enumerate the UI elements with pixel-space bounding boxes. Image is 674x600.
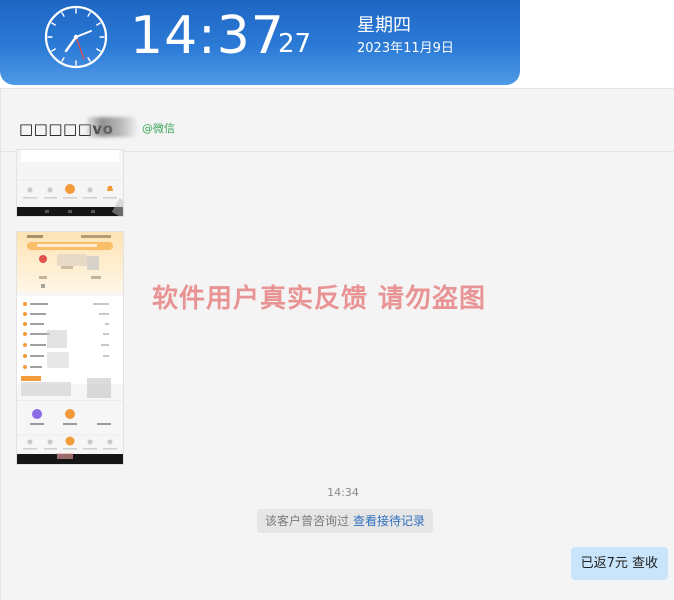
phone-screenshot-thumbnail — [17, 232, 123, 464]
analog-clock-icon — [44, 5, 108, 69]
chat-header: □□□□□vo @微信 — [1, 89, 674, 152]
message-timestamp: 14:34 — [327, 486, 359, 499]
phone-screenshot-thumbnail — [17, 150, 123, 216]
digital-time: 14:37 — [130, 6, 285, 66]
contact-source-badge: @微信 — [142, 122, 175, 135]
chat-image-phone-screenshot[interactable] — [17, 232, 123, 464]
screen: 14:37 27 星期四 2023年11月9日 □□□□□vo @微信 软件用户… — [0, 0, 674, 600]
system-notice-text: 该客户曾咨询过 — [265, 514, 350, 528]
system-notice: 该客户曾咨询过 查看接待记录 — [257, 509, 434, 533]
clock-widget: 14:37 27 星期四 2023年11月9日 — [0, 0, 520, 85]
redacted-name-blur — [87, 117, 137, 137]
date-label: 2023年11月9日 — [357, 41, 454, 56]
chat-image-phone-screenshot[interactable] — [17, 150, 123, 216]
outgoing-message-bubble[interactable]: 已返7元 查收 — [570, 547, 668, 580]
digital-seconds: 27 — [278, 29, 312, 59]
view-reception-record-link[interactable]: 查看接待记录 — [353, 514, 425, 528]
watermark-text: 软件用户真实反馈 请勿盗图 — [152, 284, 487, 314]
weekday-label: 星期四 — [357, 15, 411, 36]
